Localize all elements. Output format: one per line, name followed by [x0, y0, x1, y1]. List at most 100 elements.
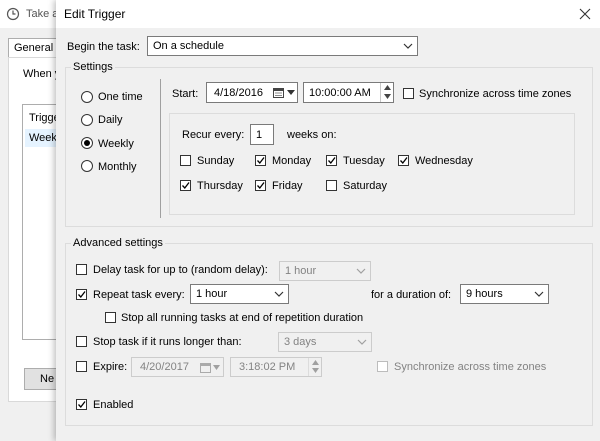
checkbox-friday-label: Friday	[272, 180, 303, 192]
delay-task-checkbox[interactable]	[76, 264, 87, 275]
expire-time-field[interactable]: 3:18:02 PM	[230, 357, 322, 377]
duration-select[interactable]: 9 hours	[460, 284, 549, 304]
expire-label: Expire:	[93, 361, 128, 373]
calendar-icon[interactable]	[200, 363, 211, 373]
start-date-picker[interactable]: 4/18/2016	[206, 82, 298, 103]
checkbox-sunday[interactable]	[180, 155, 191, 166]
radio-weekly[interactable]	[81, 137, 93, 149]
tab-general-label: General	[14, 42, 54, 54]
expire-sync-checkbox[interactable]	[377, 361, 388, 372]
repeat-task-checkbox[interactable]	[76, 289, 87, 300]
recur-every-value: 1	[256, 129, 263, 141]
chevron-down-icon	[213, 365, 220, 370]
radio-monthly-label: Monthly	[98, 161, 137, 173]
settings-group-label: Settings	[71, 60, 115, 74]
triggers-list-row: Week	[29, 132, 57, 144]
chevron-down-icon	[357, 339, 367, 345]
duration-value: 9 hours	[466, 288, 503, 300]
checkbox-sunday-label: Sunday	[197, 155, 235, 167]
chevron-down-icon	[356, 268, 366, 274]
checkbox-wednesday-label: Wednesday	[415, 155, 473, 167]
expire-time-spinner[interactable]	[308, 358, 322, 376]
stop-task-longer-value: 3 days	[284, 336, 317, 348]
checkmark-icon	[78, 401, 86, 409]
start-label: Start:	[172, 88, 199, 100]
radio-selected-dot	[84, 140, 90, 146]
chevron-down-icon	[287, 90, 295, 95]
tab-general[interactable]: General	[8, 38, 60, 58]
checkmark-icon	[328, 157, 336, 165]
begin-task-label: Begin the task:	[67, 41, 140, 53]
background-window-title: Take a	[26, 8, 59, 20]
settings-separator	[160, 79, 161, 218]
weeks-on-label: weeks on:	[287, 129, 337, 141]
edit-trigger-dialog: Edit Trigger Begin the task: On a schedu…	[56, 0, 600, 441]
chevron-down-icon	[274, 291, 284, 297]
checkbox-thursday-label: Thursday	[197, 180, 243, 192]
radio-weekly-label: Weekly	[98, 138, 134, 150]
checkmark-icon	[257, 157, 265, 165]
repeat-task-select[interactable]: 1 hour	[190, 284, 289, 304]
checkbox-thursday[interactable]	[180, 180, 191, 191]
stop-task-longer-select[interactable]: 3 days	[278, 332, 372, 352]
new-trigger-button-label: Ne	[40, 373, 55, 385]
clock-icon	[6, 7, 20, 21]
start-time-field[interactable]: 10:00:00 AM	[303, 82, 394, 103]
calendar-icon[interactable]	[273, 88, 284, 98]
checkbox-friday[interactable]	[255, 180, 266, 191]
radio-one-time[interactable]	[81, 91, 93, 103]
checkbox-monday[interactable]	[255, 155, 266, 166]
expire-date-value: 4/20/2017	[140, 361, 189, 373]
recur-every-input[interactable]: 1	[250, 124, 274, 145]
checkmark-icon	[400, 157, 408, 165]
chevron-down-icon	[534, 291, 544, 297]
checkmark-icon	[78, 291, 86, 299]
start-date-value: 4/18/2016	[214, 87, 263, 99]
stop-task-longer-label: Stop task if it runs longer than:	[93, 336, 242, 348]
duration-label: for a duration of:	[371, 289, 452, 301]
dialog-titlebar: Edit Trigger	[56, 0, 600, 28]
expire-sync-label: Synchronize across time zones	[394, 361, 547, 373]
advanced-settings-label: Advanced settings	[71, 236, 165, 250]
sync-time-zones-label: Synchronize across time zones	[419, 88, 572, 100]
stop-task-longer-checkbox[interactable]	[76, 336, 87, 347]
begin-task-value: On a schedule	[153, 40, 224, 52]
spin-down-icon[interactable]	[384, 94, 391, 99]
chevron-down-icon	[403, 43, 413, 49]
close-icon[interactable]	[578, 7, 592, 21]
checkbox-tuesday[interactable]	[326, 155, 337, 166]
checkmark-icon	[182, 182, 190, 190]
radio-one-time-label: One time	[98, 91, 143, 103]
stop-all-tasks-checkbox[interactable]	[105, 312, 116, 323]
background-when-label: When y	[23, 68, 61, 80]
sync-time-zones-checkbox[interactable]	[403, 88, 414, 99]
expire-checkbox[interactable]	[76, 361, 87, 372]
checkbox-wednesday[interactable]	[398, 155, 409, 166]
checkbox-tuesday-label: Tuesday	[343, 155, 385, 167]
checkmark-icon	[257, 182, 265, 190]
radio-daily-label: Daily	[98, 114, 123, 126]
expire-time-value: 3:18:02 PM	[239, 361, 296, 373]
start-time-spinner[interactable]	[380, 83, 394, 102]
repeat-task-value: 1 hour	[196, 288, 228, 300]
radio-monthly[interactable]	[81, 160, 93, 172]
delay-task-label: Delay task for up to (random delay):	[93, 264, 268, 276]
begin-task-select[interactable]: On a schedule	[147, 36, 418, 56]
checkbox-monday-label: Monday	[272, 155, 312, 167]
radio-daily[interactable]	[81, 114, 93, 126]
spin-up-icon[interactable]	[312, 360, 319, 365]
start-time-value: 10:00:00 AM	[309, 87, 371, 99]
spin-down-icon[interactable]	[312, 368, 319, 373]
enabled-label: Enabled	[93, 399, 134, 411]
dialog-title: Edit Trigger	[64, 7, 126, 21]
enabled-checkbox[interactable]	[76, 399, 87, 410]
checkbox-saturday[interactable]	[326, 180, 337, 191]
repeat-task-label: Repeat task every:	[93, 289, 185, 301]
spin-up-icon[interactable]	[384, 85, 391, 90]
recur-every-label: Recur every:	[182, 129, 245, 141]
delay-task-select[interactable]: 1 hour	[279, 261, 371, 281]
expire-date-picker[interactable]: 4/20/2017	[131, 357, 224, 377]
delay-task-value: 1 hour	[285, 265, 317, 277]
stop-all-tasks-label: Stop all running tasks at end of repetit…	[121, 312, 364, 324]
checkbox-saturday-label: Saturday	[343, 180, 388, 192]
